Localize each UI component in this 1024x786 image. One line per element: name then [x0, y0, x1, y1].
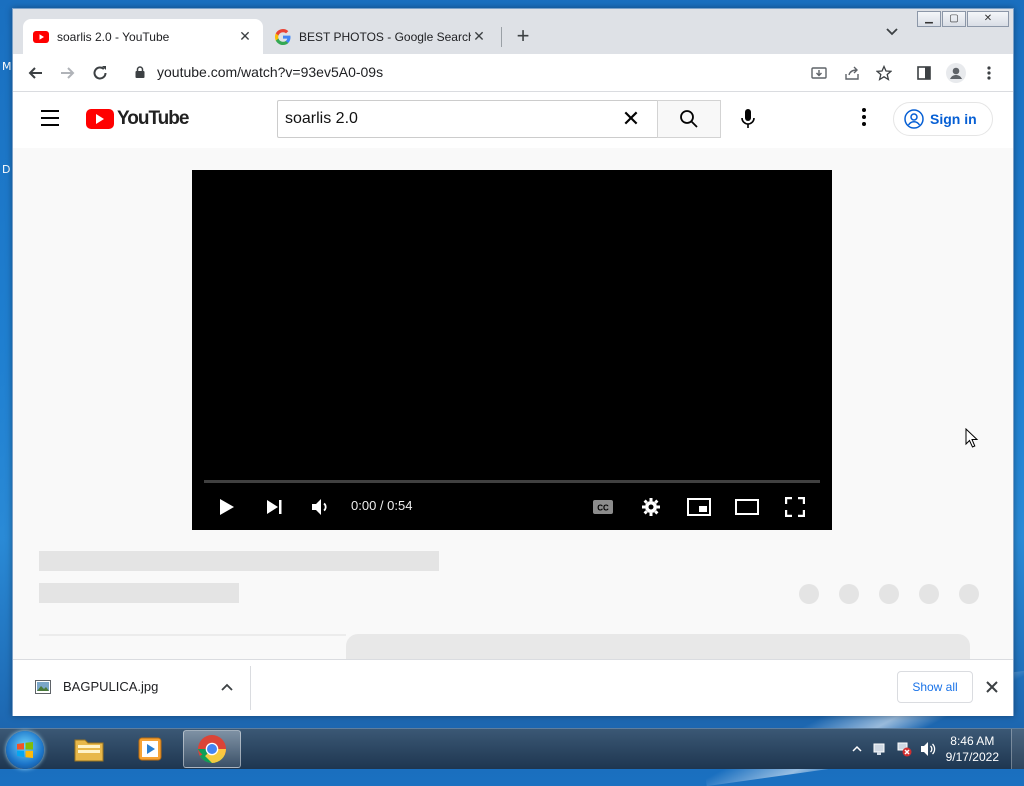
chrome-window: soarlis 2.0 - YouTube ✕ BEST PHOTOS - Go… — [12, 8, 1014, 716]
clock-time: 8:46 AM — [950, 734, 995, 748]
video-time-display: 0:00 / 0:54 — [351, 498, 413, 513]
image-file-icon — [35, 680, 51, 694]
volume-icon[interactable] — [308, 494, 334, 520]
video-player[interactable]: 0:00 / 0:54 CC — [192, 170, 832, 530]
tab-youtube[interactable]: soarlis 2.0 - YouTube ✕ — [23, 19, 263, 54]
miniplayer-icon[interactable] — [686, 494, 712, 520]
taskbar-media-player[interactable] — [121, 730, 179, 768]
show-hidden-icons-chevron-icon[interactable] — [852, 745, 862, 753]
youtube-page: YouTube ✕ Sign in — [13, 92, 1013, 659]
tab-search-chevron-down-icon[interactable] — [885, 27, 899, 37]
taskbar-clock[interactable]: 8:46 AM 9/17/2022 — [946, 733, 999, 765]
youtube-header: YouTube ✕ Sign in — [13, 92, 1013, 148]
url-input[interactable] — [155, 63, 759, 81]
new-tab-plus-icon[interactable]: + — [511, 23, 535, 49]
address-bar[interactable] — [123, 58, 843, 86]
volume-speaker-icon[interactable] — [920, 741, 936, 757]
tab-title: BEST PHOTOS - Google Search — [299, 29, 471, 44]
action-placeholder — [879, 584, 899, 604]
install-app-icon[interactable] — [807, 61, 831, 85]
tab-separator — [501, 27, 502, 47]
folder-icon — [74, 739, 104, 762]
desktop-icon-label-m[interactable]: M — [2, 60, 12, 73]
account-circle-icon — [904, 109, 924, 129]
download-filename[interactable]: BAGPULICA.jpg — [63, 679, 158, 694]
youtube-logo-text: YouTube — [117, 108, 189, 129]
maximize-button[interactable]: ▢ — [942, 11, 966, 27]
next-video-icon[interactable] — [261, 494, 287, 520]
closed-captions-icon[interactable]: CC — [590, 494, 616, 520]
action-placeholder — [959, 584, 979, 604]
hamburger-menu-icon[interactable] — [41, 110, 59, 131]
mouse-cursor-icon — [965, 428, 979, 448]
desktop-icon-label-d[interactable]: D — [2, 163, 10, 176]
sign-in-button[interactable]: Sign in — [893, 102, 993, 136]
forward-arrow-icon[interactable] — [56, 61, 80, 85]
video-progress-bar[interactable] — [204, 480, 820, 483]
chrome-menu-icon[interactable] — [977, 61, 1001, 85]
close-shelf-icon[interactable] — [986, 681, 998, 693]
action-center-flag-icon[interactable] — [872, 741, 888, 757]
channel-placeholder — [39, 583, 239, 603]
window-close-button[interactable]: ✕ — [967, 11, 1009, 27]
tab-close-icon[interactable]: ✕ — [471, 28, 487, 45]
browser-toolbar — [13, 54, 1013, 137]
more-options-icon[interactable] — [861, 108, 867, 129]
side-panel-icon[interactable] — [912, 61, 936, 85]
search-input[interactable] — [278, 109, 617, 129]
tab-close-icon[interactable]: ✕ — [237, 28, 253, 45]
download-shelf: BAGPULICA.jpg Show all — [13, 659, 1013, 716]
clock-date: 9/17/2022 — [945, 750, 999, 764]
bookmark-star-icon[interactable] — [872, 61, 896, 85]
minimize-button[interactable]: ▁ — [917, 11, 941, 27]
youtube-play-logo-icon — [86, 109, 114, 129]
show-desktop-button[interactable] — [1011, 729, 1024, 769]
tab-title: soarlis 2.0 - YouTube — [57, 29, 170, 44]
chevron-up-icon[interactable] — [221, 683, 233, 691]
start-button[interactable] — [6, 731, 44, 769]
svg-text:CC: CC — [597, 504, 609, 513]
youtube-search-box[interactable]: ✕ — [277, 100, 657, 138]
tab-strip: soarlis 2.0 - YouTube ✕ BEST PHOTOS - Go… — [13, 9, 1013, 54]
description-placeholder — [346, 634, 970, 659]
youtube-logo[interactable]: YouTube — [86, 108, 189, 130]
voice-search-mic-icon[interactable] — [735, 106, 761, 132]
play-icon[interactable] — [214, 494, 240, 520]
search-button[interactable] — [657, 100, 721, 138]
google-favicon-icon — [275, 28, 291, 45]
network-error-icon[interactable] — [896, 741, 912, 757]
lock-icon[interactable] — [135, 66, 145, 78]
reload-icon[interactable] — [88, 61, 112, 85]
search-icon — [680, 110, 698, 128]
system-tray: 8:46 AM 9/17/2022 — [852, 729, 1024, 769]
fullscreen-icon[interactable] — [782, 494, 808, 520]
divider — [39, 634, 346, 636]
media-player-icon — [138, 737, 162, 761]
action-placeholder — [919, 584, 939, 604]
title-placeholder — [39, 551, 439, 571]
windows-logo-icon — [17, 742, 33, 758]
settings-gear-icon[interactable] — [638, 494, 664, 520]
taskbar-google-chrome[interactable] — [183, 730, 241, 768]
show-all-downloads-button[interactable]: Show all — [897, 671, 973, 703]
action-placeholder — [839, 584, 859, 604]
tab-google-search[interactable]: BEST PHOTOS - Google Search ✕ — [265, 19, 497, 54]
clear-search-icon[interactable]: ✕ — [617, 106, 645, 132]
shelf-divider — [250, 666, 251, 710]
profile-avatar-icon[interactable] — [944, 61, 968, 85]
action-placeholder — [799, 584, 819, 604]
windows-taskbar: 8:46 AM 9/17/2022 — [0, 728, 1024, 769]
back-arrow-icon[interactable] — [23, 61, 47, 85]
sign-in-label: Sign in — [930, 111, 977, 127]
chrome-icon — [198, 735, 226, 763]
share-icon[interactable] — [840, 61, 864, 85]
theater-mode-icon[interactable] — [734, 494, 760, 520]
taskbar-file-explorer[interactable] — [60, 730, 118, 768]
youtube-favicon-icon — [33, 30, 49, 43]
